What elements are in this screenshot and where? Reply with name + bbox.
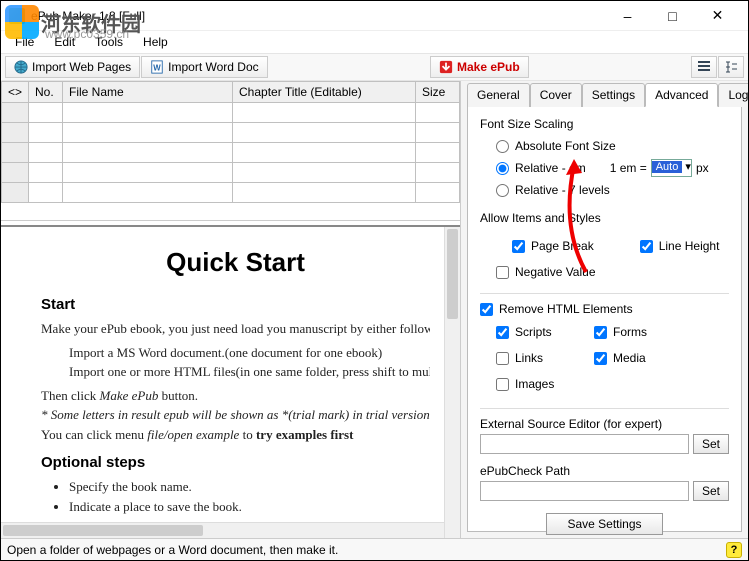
- preview-pane: Quick Start Start Make your ePub ebook, …: [1, 225, 460, 538]
- check-scripts[interactable]: [496, 326, 509, 339]
- check-page-break-label: Page Break: [531, 239, 594, 253]
- tree-icon: [724, 60, 738, 74]
- radio-relative-em[interactable]: [496, 162, 509, 175]
- preview-h2-optional: Optional steps: [41, 454, 430, 471]
- table-row[interactable]: [2, 103, 460, 123]
- em-value-select[interactable]: Auto ▾: [651, 159, 692, 177]
- import-word-label: Import Word Doc: [168, 60, 258, 74]
- toolbar: Import Web Pages W Import Word Doc Make …: [1, 53, 748, 81]
- window-title: ePub Maker 1.8 [Full]: [31, 9, 605, 23]
- tab-general[interactable]: General: [467, 83, 530, 107]
- tab-log[interactable]: Log: [718, 83, 748, 107]
- list-icon: [697, 60, 711, 74]
- import-web-label: Import Web Pages: [32, 60, 131, 74]
- col-marker[interactable]: <>: [2, 82, 29, 103]
- tab-settings[interactable]: Settings: [582, 83, 645, 107]
- preview-li3: Specify the book name.: [69, 477, 430, 497]
- down-arrow-icon: [439, 60, 453, 74]
- list-view-button[interactable]: [691, 56, 717, 78]
- help-icon[interactable]: ?: [726, 542, 742, 558]
- close-button[interactable]: ✕: [695, 2, 740, 30]
- preview-p2: Then click Make ePub button.: [41, 386, 430, 406]
- col-size[interactable]: Size: [416, 82, 460, 103]
- preview-vscrollbar[interactable]: [444, 227, 460, 538]
- table-row[interactable]: [2, 143, 460, 163]
- ext-editor-label: External Source Editor (for expert): [480, 417, 729, 431]
- tab-cover[interactable]: Cover: [530, 83, 582, 107]
- col-no[interactable]: No.: [29, 82, 63, 103]
- col-filename[interactable]: File Name: [63, 82, 233, 103]
- radio-absolute[interactable]: [496, 140, 509, 153]
- right-pane: General Cover Settings Advanced Log Font…: [461, 81, 748, 538]
- epubcheck-input[interactable]: [480, 481, 689, 501]
- table-row[interactable]: [2, 163, 460, 183]
- check-forms-label: Forms: [613, 325, 647, 339]
- preview-hscrollbar[interactable]: [1, 522, 444, 538]
- title-bar: ePub Maker 1.8 [Full] – □ ✕: [1, 1, 748, 31]
- epubcheck-label: ePubCheck Path: [480, 464, 729, 478]
- word-doc-icon: W: [150, 60, 164, 74]
- check-negative-label: Negative Value: [515, 265, 596, 279]
- check-remove-html[interactable]: [480, 303, 493, 316]
- check-line-height[interactable]: [640, 240, 653, 253]
- menu-bar: File Edit Tools Help: [1, 31, 748, 53]
- menu-help[interactable]: Help: [135, 33, 176, 51]
- allow-items-title: Allow Items and Styles: [480, 211, 729, 225]
- check-media-label: Media: [613, 351, 646, 365]
- font-scaling-title: Font Size Scaling: [480, 117, 729, 131]
- left-pane: <> No. File Name Chapter Title (Editable…: [1, 81, 461, 538]
- import-word-doc-button[interactable]: W Import Word Doc: [141, 56, 267, 78]
- em-px-label: px: [696, 161, 709, 175]
- app-icon: [9, 8, 25, 24]
- preview-p1: Make your ePub ebook, you just need load…: [41, 319, 430, 339]
- col-chapter[interactable]: Chapter Title (Editable): [233, 82, 416, 103]
- preview-h2-start: Start: [41, 296, 430, 313]
- save-settings-button[interactable]: Save Settings: [546, 513, 662, 535]
- preview-li1: Import a MS Word document.(one document …: [69, 343, 430, 363]
- menu-edit[interactable]: Edit: [46, 33, 83, 51]
- em-equals-label: 1 em =: [610, 161, 647, 175]
- preview-p4: You can click menu file/open example to …: [41, 425, 430, 445]
- maximize-button[interactable]: □: [650, 2, 695, 30]
- status-text: Open a folder of webpages or a Word docu…: [7, 543, 726, 557]
- make-epub-button[interactable]: Make ePub: [430, 56, 529, 78]
- check-links-label: Links: [515, 351, 543, 365]
- check-remove-html-label: Remove HTML Elements: [499, 302, 633, 316]
- menu-file[interactable]: File: [7, 33, 42, 51]
- make-epub-label: Make ePub: [457, 60, 520, 74]
- table-row[interactable]: [2, 123, 460, 143]
- table-row[interactable]: [2, 183, 460, 203]
- check-negative[interactable]: [496, 266, 509, 279]
- check-scripts-label: Scripts: [515, 325, 552, 339]
- radio-relative-em-label: Relative - em: [515, 161, 586, 175]
- file-table[interactable]: <> No. File Name Chapter Title (Editable…: [1, 81, 460, 221]
- check-links[interactable]: [496, 352, 509, 365]
- radio-relative-7[interactable]: [496, 184, 509, 197]
- preview-li2: Import one or more HTML files(in one sam…: [69, 362, 430, 382]
- check-line-height-label: Line Height: [659, 239, 720, 253]
- status-bar: Open a folder of webpages or a Word docu…: [1, 538, 748, 560]
- svg-text:W: W: [153, 64, 161, 73]
- ext-editor-set-button[interactable]: Set: [693, 434, 729, 454]
- ext-editor-input[interactable]: [480, 434, 689, 454]
- radio-relative-7-label: Relative - 7 levels: [515, 183, 610, 197]
- import-web-pages-button[interactable]: Import Web Pages: [5, 56, 140, 78]
- preview-h1: Quick Start: [41, 247, 430, 278]
- tab-advanced[interactable]: Advanced: [645, 83, 718, 107]
- preview-li4: Indicate a place to save the book.: [69, 497, 430, 517]
- minimize-button[interactable]: –: [605, 2, 650, 30]
- tree-view-button[interactable]: [718, 56, 744, 78]
- check-forms[interactable]: [594, 326, 607, 339]
- check-media[interactable]: [594, 352, 607, 365]
- check-images[interactable]: [496, 378, 509, 391]
- tab-body-advanced: Font Size Scaling Absolute Font Size Rel…: [467, 107, 742, 532]
- check-page-break[interactable]: [512, 240, 525, 253]
- globe-icon: [14, 60, 28, 74]
- check-images-label: Images: [515, 377, 554, 391]
- radio-absolute-label: Absolute Font Size: [515, 139, 616, 153]
- menu-tools[interactable]: Tools: [87, 33, 131, 51]
- epubcheck-set-button[interactable]: Set: [693, 481, 729, 501]
- settings-tabs: General Cover Settings Advanced Log: [467, 83, 742, 107]
- preview-p3: * Some letters in result epub will be sh…: [41, 405, 430, 425]
